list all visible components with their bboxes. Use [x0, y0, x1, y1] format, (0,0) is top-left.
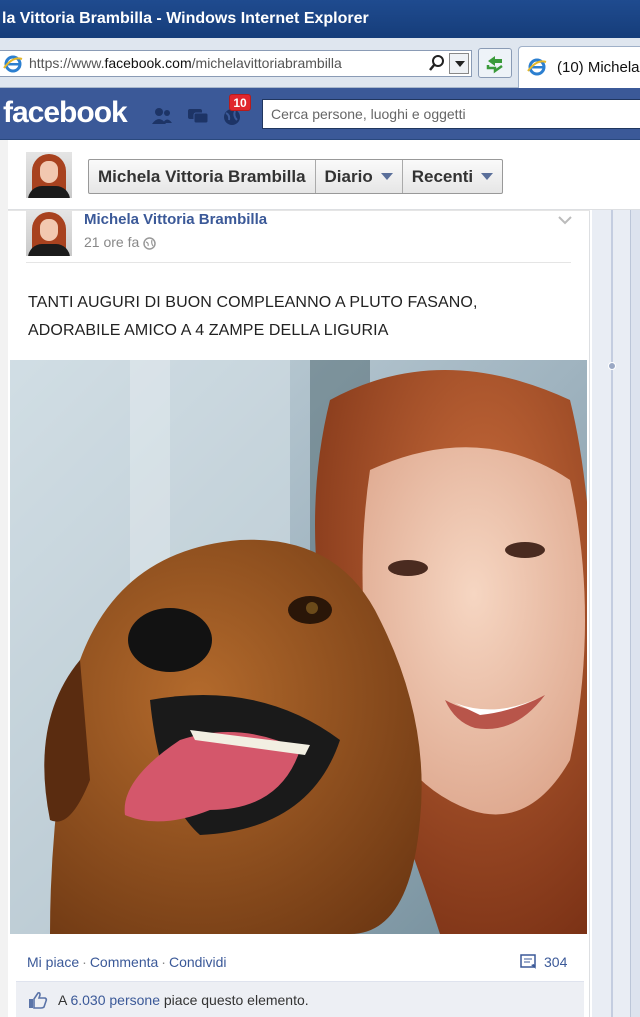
- window-title: la Vittoria Brambilla - Windows Internet…: [2, 10, 369, 27]
- tab-label: (10) Michela: [557, 59, 640, 76]
- ie-tab-icon: [527, 58, 547, 76]
- timeline-spine: [611, 210, 613, 1017]
- profile-avatar[interactable]: [26, 152, 72, 198]
- post-author-avatar[interactable]: [26, 210, 72, 256]
- post-timestamp[interactable]: 21 ore fa: [84, 234, 157, 250]
- compatibility-refresh-button[interactable]: [478, 48, 512, 78]
- profile-header: Michela Vittoria Brambilla Diario Recent…: [8, 140, 640, 210]
- notifications-badge[interactable]: 10: [229, 94, 251, 111]
- share-link[interactable]: Condividi: [169, 954, 227, 970]
- recent-dropdown[interactable]: Recenti: [403, 160, 502, 193]
- post-author-name[interactable]: Michela Vittoria Brambilla: [84, 211, 267, 228]
- likes-summary: A 6.030 persone piace questo elemento.: [16, 981, 584, 1017]
- like-link[interactable]: Mi piace: [27, 954, 79, 970]
- likers-link[interactable]: 6.030 persone: [70, 992, 160, 1008]
- window-title-bar: la Vittoria Brambilla - Windows Internet…: [0, 0, 640, 38]
- search-icon[interactable]: [427, 53, 447, 74]
- shares-icon: [520, 954, 536, 969]
- thumbs-up-icon: [29, 991, 48, 1009]
- timeline-dropdown[interactable]: Diario: [316, 160, 403, 193]
- search-input[interactable]: [263, 100, 640, 128]
- globe-icon: [143, 237, 157, 250]
- chevron-down-icon: [380, 173, 393, 180]
- post-actions: Mi piace · Commenta · Condividi 304: [27, 954, 568, 970]
- post-photo[interactable]: [10, 360, 587, 934]
- browser-tab[interactable]: (10) Michela: [518, 46, 640, 88]
- timeline-post: Michela Vittoria Brambilla 21 ore fa TAN…: [8, 210, 590, 1017]
- messages-icon[interactable]: [186, 106, 210, 126]
- friend-requests-icon[interactable]: [150, 106, 174, 126]
- browser-toolbar: https://www.facebook.com/michelavittoria…: [0, 38, 640, 88]
- post-message: TANTI AUGURI DI BUON COMPLEANNO A PLUTO …: [28, 294, 478, 339]
- page-content: Michela Vittoria Brambilla Diario Recent…: [0, 140, 640, 1017]
- comment-link[interactable]: Commenta: [90, 954, 158, 970]
- address-url[interactable]: https://www.facebook.com/michelavittoria…: [29, 55, 342, 71]
- facebook-logo[interactable]: facebook: [3, 96, 128, 130]
- address-bar[interactable]: https://www.facebook.com/michelavittoria…: [0, 50, 472, 77]
- chevron-down-icon: [481, 173, 494, 180]
- ie-icon: [3, 55, 23, 73]
- post-options-chevron-icon[interactable]: [558, 216, 572, 225]
- left-gutter: [0, 140, 8, 1017]
- refresh-icon: [486, 56, 503, 74]
- photo-illustration: [10, 360, 587, 934]
- timeline-marker: [608, 362, 616, 370]
- profile-name-button[interactable]: Michela Vittoria Brambilla: [89, 160, 316, 193]
- address-dropdown-button[interactable]: [449, 53, 469, 74]
- profile-nav: Michela Vittoria Brambilla Diario Recent…: [88, 159, 504, 194]
- facebook-header: facebook 10: [0, 88, 640, 140]
- facebook-search[interactable]: [262, 99, 640, 129]
- right-scroll-area: [630, 210, 640, 1017]
- shares-count[interactable]: 304: [520, 954, 567, 970]
